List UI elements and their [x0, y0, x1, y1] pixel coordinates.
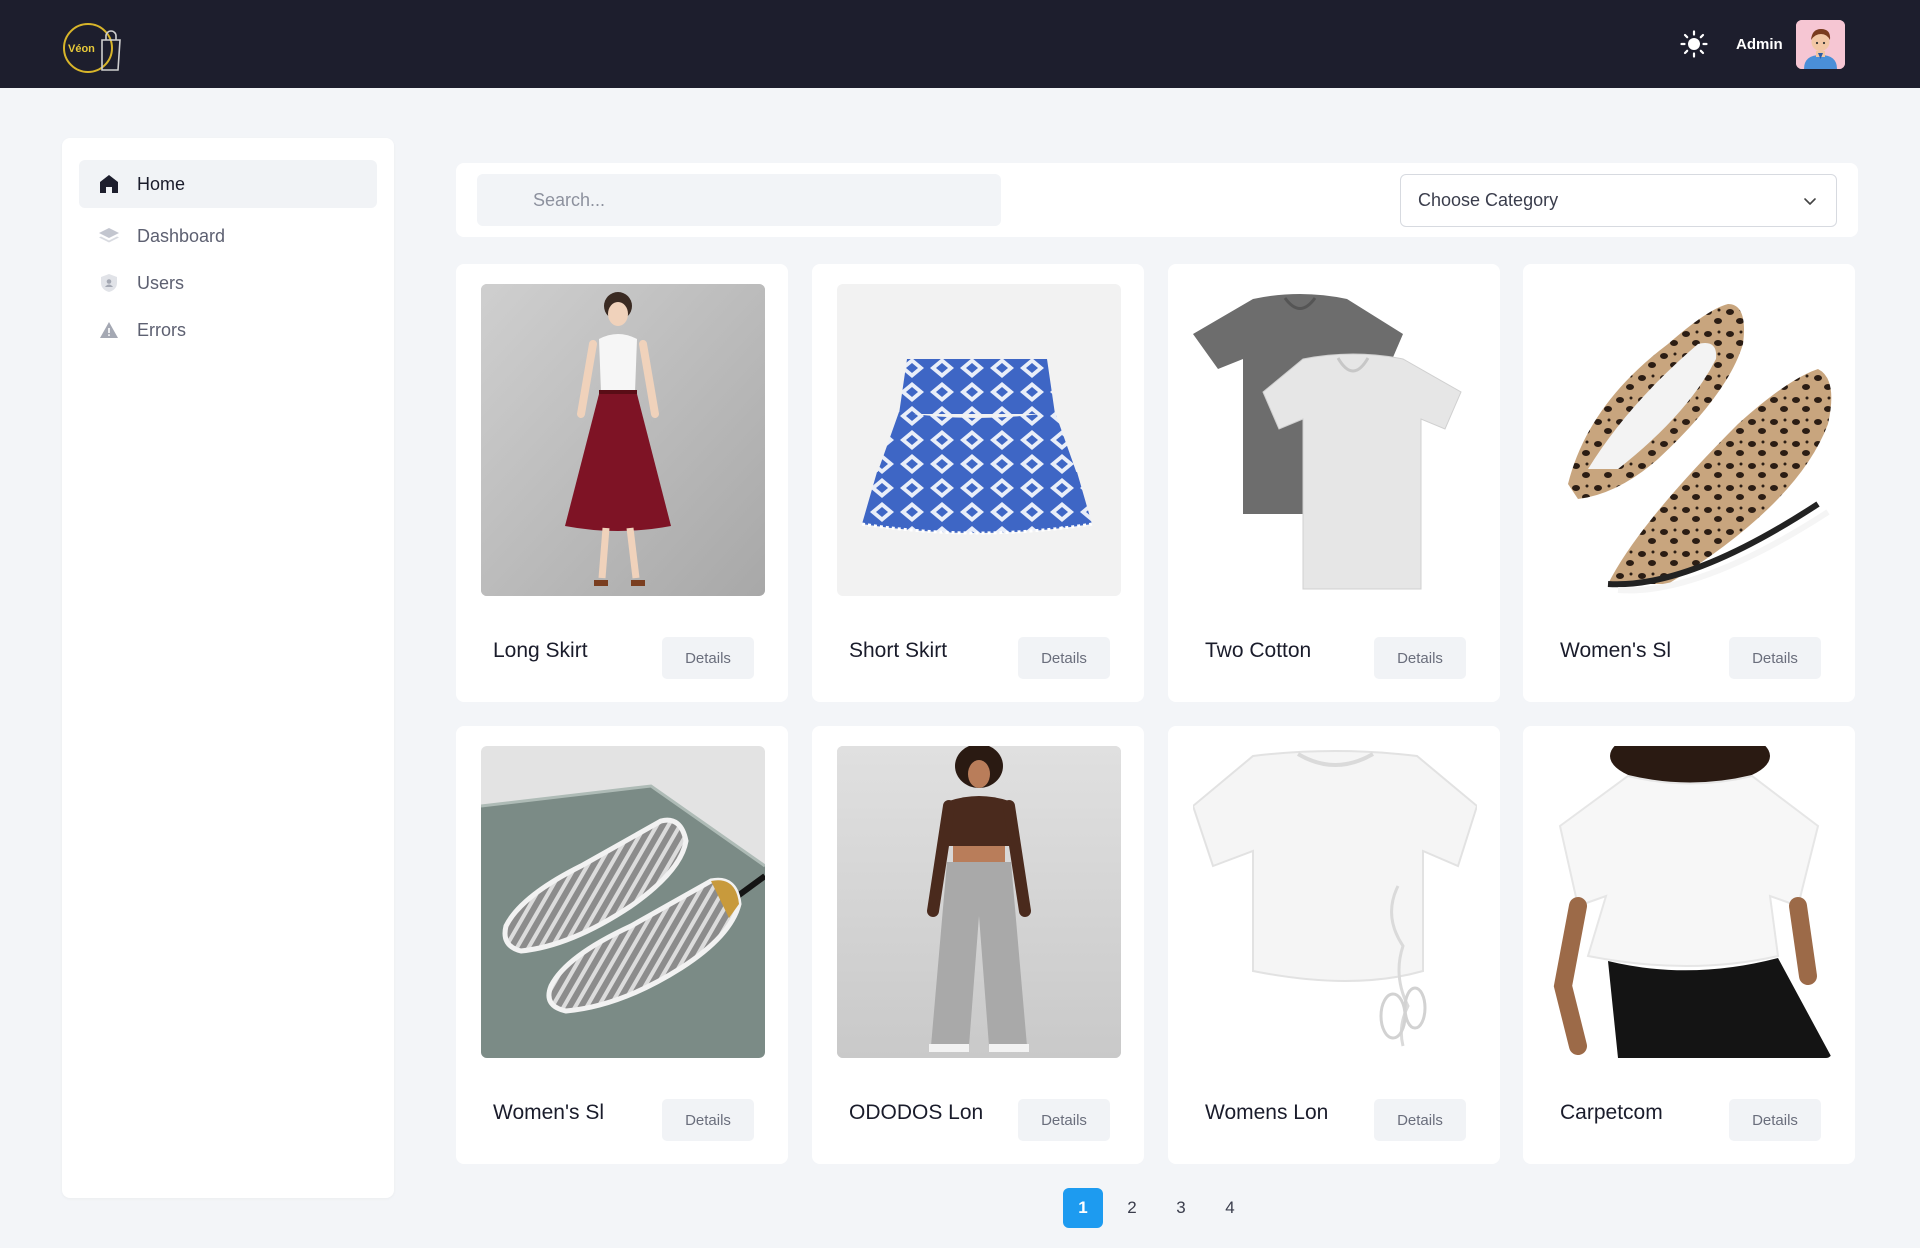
- product-card: Two Cotton Details: [1168, 264, 1500, 702]
- sidebar: Home Dashboard Users Errors: [62, 138, 394, 1198]
- sidebar-item-users[interactable]: Users: [79, 259, 377, 307]
- product-image[interactable]: [1548, 746, 1832, 1058]
- page-button-1[interactable]: 1: [1063, 1188, 1103, 1228]
- product-name: Long Skirt: [493, 639, 588, 662]
- page-button-2[interactable]: 2: [1112, 1188, 1152, 1228]
- product-name: Short Skirt: [849, 639, 948, 662]
- product-name: Women's Sl: [493, 1101, 604, 1124]
- product-card: ODODOS Lon Details: [812, 726, 1144, 1164]
- product-image[interactable]: [837, 746, 1121, 1058]
- product-image[interactable]: [837, 284, 1121, 596]
- product-card: Short Skirt Details: [812, 264, 1144, 702]
- product-card: Long Skirt Details: [456, 264, 788, 702]
- category-select[interactable]: Choose Category: [1400, 174, 1837, 227]
- svg-text:Véon: Véon: [68, 43, 95, 55]
- product-image[interactable]: [481, 284, 765, 596]
- details-button[interactable]: Details: [1018, 1099, 1110, 1141]
- home-icon: [97, 172, 121, 196]
- details-button[interactable]: Details: [1018, 637, 1110, 679]
- sidebar-item-errors[interactable]: Errors: [79, 306, 377, 354]
- chevron-down-icon: [1802, 193, 1818, 209]
- product-card: Womens Lon Details: [1168, 726, 1500, 1164]
- filter-bar: Choose Category: [456, 163, 1858, 237]
- top-navbar: Véon Admin: [0, 0, 1920, 88]
- details-button[interactable]: Details: [1729, 637, 1821, 679]
- details-button[interactable]: Details: [1374, 637, 1466, 679]
- product-card: Women's Sl Details: [456, 726, 788, 1164]
- sidebar-item-dashboard[interactable]: Dashboard: [79, 212, 377, 260]
- product-name: ODODOS Lon: [849, 1101, 984, 1124]
- category-select-value: Choose Category: [1418, 190, 1559, 210]
- sidebar-item-label: Users: [137, 272, 185, 293]
- page-button-4[interactable]: 4: [1210, 1188, 1250, 1228]
- sidebar-item-home[interactable]: Home: [79, 160, 377, 208]
- product-name: Carpetcom: [1560, 1101, 1663, 1124]
- product-name: Womens Lon: [1205, 1101, 1329, 1124]
- sidebar-item-label: Home: [137, 173, 186, 194]
- warning-icon: [97, 318, 121, 342]
- layers-icon: [97, 224, 121, 248]
- brand-logo[interactable]: Véon: [62, 18, 124, 74]
- product-name: Women's Sl: [1560, 639, 1671, 662]
- search-input[interactable]: [477, 174, 1001, 226]
- product-image[interactable]: [1193, 746, 1477, 1058]
- product-image[interactable]: [481, 746, 765, 1058]
- sidebar-item-label: Dashboard: [137, 225, 226, 246]
- product-image[interactable]: [1548, 284, 1832, 596]
- details-button[interactable]: Details: [1729, 1099, 1821, 1141]
- details-button[interactable]: Details: [662, 1099, 754, 1141]
- avatar[interactable]: [1796, 20, 1845, 69]
- product-card: Carpetcom Details: [1523, 726, 1855, 1164]
- page-button-3[interactable]: 3: [1161, 1188, 1201, 1228]
- details-button[interactable]: Details: [662, 637, 754, 679]
- shield-user-icon: [97, 271, 121, 295]
- pagination: 1 2 3 4: [1063, 1188, 1259, 1228]
- sidebar-item-label: Errors: [137, 319, 186, 340]
- product-card: Women's Sl Details: [1523, 264, 1855, 702]
- sun-icon[interactable]: [1680, 30, 1708, 58]
- user-name: Admin: [1736, 36, 1783, 53]
- details-button[interactable]: Details: [1374, 1099, 1466, 1141]
- product-image[interactable]: [1193, 284, 1477, 596]
- product-name: Two Cotton: [1205, 639, 1312, 662]
